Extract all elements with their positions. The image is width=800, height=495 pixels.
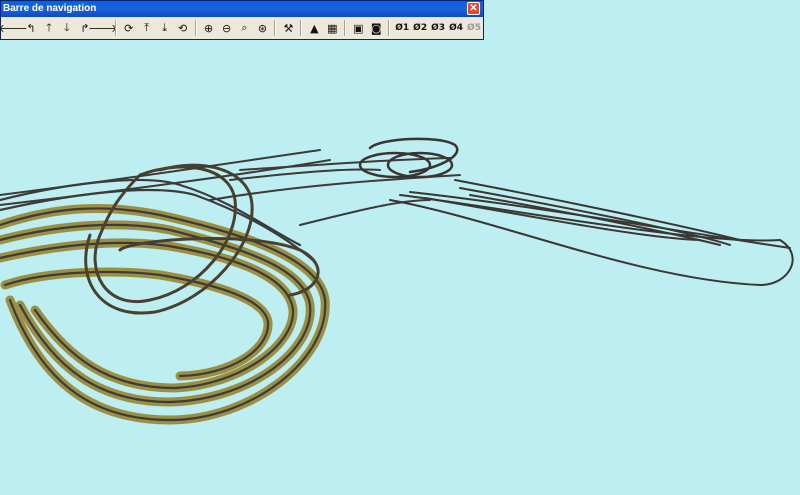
camera-1-button[interactable]: Ø1	[393, 19, 411, 37]
close-button[interactable]: ✕	[467, 2, 480, 15]
camera-5-button[interactable]: Ø5	[465, 19, 483, 37]
window-title-bar[interactable]: Barre de navigation ✕	[1, 1, 483, 17]
orbit-alt-button[interactable]: ⟲	[174, 19, 192, 37]
camera-icon: ◙	[370, 21, 382, 35]
orbit-button[interactable]: ⟳	[120, 19, 138, 37]
arrow-right-button[interactable]: 🡒	[88, 19, 118, 37]
tilt-down-icon: ⤓	[162, 21, 168, 34]
terrain-icon: ▲	[310, 21, 319, 35]
toolbar-separator	[344, 20, 347, 36]
toolbar-separator	[194, 20, 197, 36]
zoom-out-button[interactable]: ⊖	[218, 19, 236, 37]
turn-left-icon: ↰	[26, 21, 36, 35]
track-tool-button[interactable]: ⚒	[279, 19, 297, 37]
orbit-icon: ⟳	[124, 21, 134, 35]
camera-label: 3	[438, 23, 446, 33]
zoom-area-button[interactable]: ⌕	[236, 19, 254, 37]
camera-3-button[interactable]: Ø3	[429, 19, 447, 37]
fit-view-icon: ▣	[353, 21, 364, 35]
grid-terrain-icon: ▦	[327, 21, 338, 35]
tilt-up-button[interactable]: ⤒	[138, 19, 156, 37]
arrow-down-button[interactable]: 🡓	[58, 19, 76, 37]
zoom-all-button[interactable]: ⊛	[253, 19, 271, 37]
arrow-up-icon: 🡑	[46, 20, 52, 34]
camera-button[interactable]: ◙	[367, 19, 385, 37]
zoom-area-icon: ⌕	[241, 21, 248, 34]
camera-4-button[interactable]: Ø4	[447, 19, 465, 37]
arrow-down-icon: 🡓	[64, 20, 70, 34]
track-layout-3d-view[interactable]	[0, 0, 800, 495]
toolbar-separator	[388, 20, 391, 36]
camera-2-button[interactable]: Ø2	[411, 19, 429, 37]
camera-position-icon: Ø	[413, 23, 421, 33]
track-tool-icon: ⚒	[283, 21, 294, 35]
arrow-left-button[interactable]: 🡐	[0, 19, 28, 37]
window-title: Barre de navigation	[3, 3, 97, 14]
turn-left-button[interactable]: ↰	[22, 19, 40, 37]
orbit-alt-icon: ⟲	[178, 21, 188, 35]
zoom-in-icon: ⊕	[203, 21, 214, 35]
navigation-toolbar-window: Barre de navigation ✕ 🡐 ↰ 🡑 🡓 ↱ 🡒 ⟳ ⤒ ⤓ ⟲ ⊕ ⊖ ⌕ ⊛ ⚒ ▲ ▦ ▣…	[0, 0, 484, 40]
toolbar-separator	[300, 20, 303, 36]
tilt-up-icon: ⤒	[144, 21, 150, 34]
camera-label: 4	[456, 23, 463, 33]
camera-position-icon: Ø	[431, 23, 439, 33]
camera-label: 2	[420, 23, 428, 33]
tilt-down-button[interactable]: ⤓	[156, 19, 174, 37]
camera-label: 1	[402, 23, 410, 33]
zoom-all-icon: ⊛	[257, 21, 268, 35]
arrow-right-icon: 🡒	[88, 22, 118, 35]
camera-position-icon: Ø	[467, 23, 475, 33]
toolbar-separator	[274, 20, 277, 36]
camera-position-icon: Ø	[395, 23, 403, 33]
camera-position-icon: Ø	[449, 23, 457, 33]
arrow-up-button[interactable]: 🡑	[40, 19, 58, 37]
camera-label: 5	[474, 23, 481, 33]
fit-view-button[interactable]: ▣	[349, 19, 367, 37]
grid-terrain-button[interactable]: ▦	[323, 19, 341, 37]
navigation-toolbar: 🡐 ↰ 🡑 🡓 ↱ 🡒 ⟳ ⤒ ⤓ ⟲ ⊕ ⊖ ⌕ ⊛ ⚒ ▲ ▦ ▣ ◙ Ø 1 Ø 2 Ø 3 Ø 4 Ø 5	[0, 17, 483, 39]
toolbar-separator	[114, 20, 117, 36]
zoom-in-button[interactable]: ⊕	[200, 19, 218, 37]
zoom-out-icon: ⊖	[221, 21, 232, 35]
terrain-button[interactable]: ▲	[305, 19, 323, 37]
